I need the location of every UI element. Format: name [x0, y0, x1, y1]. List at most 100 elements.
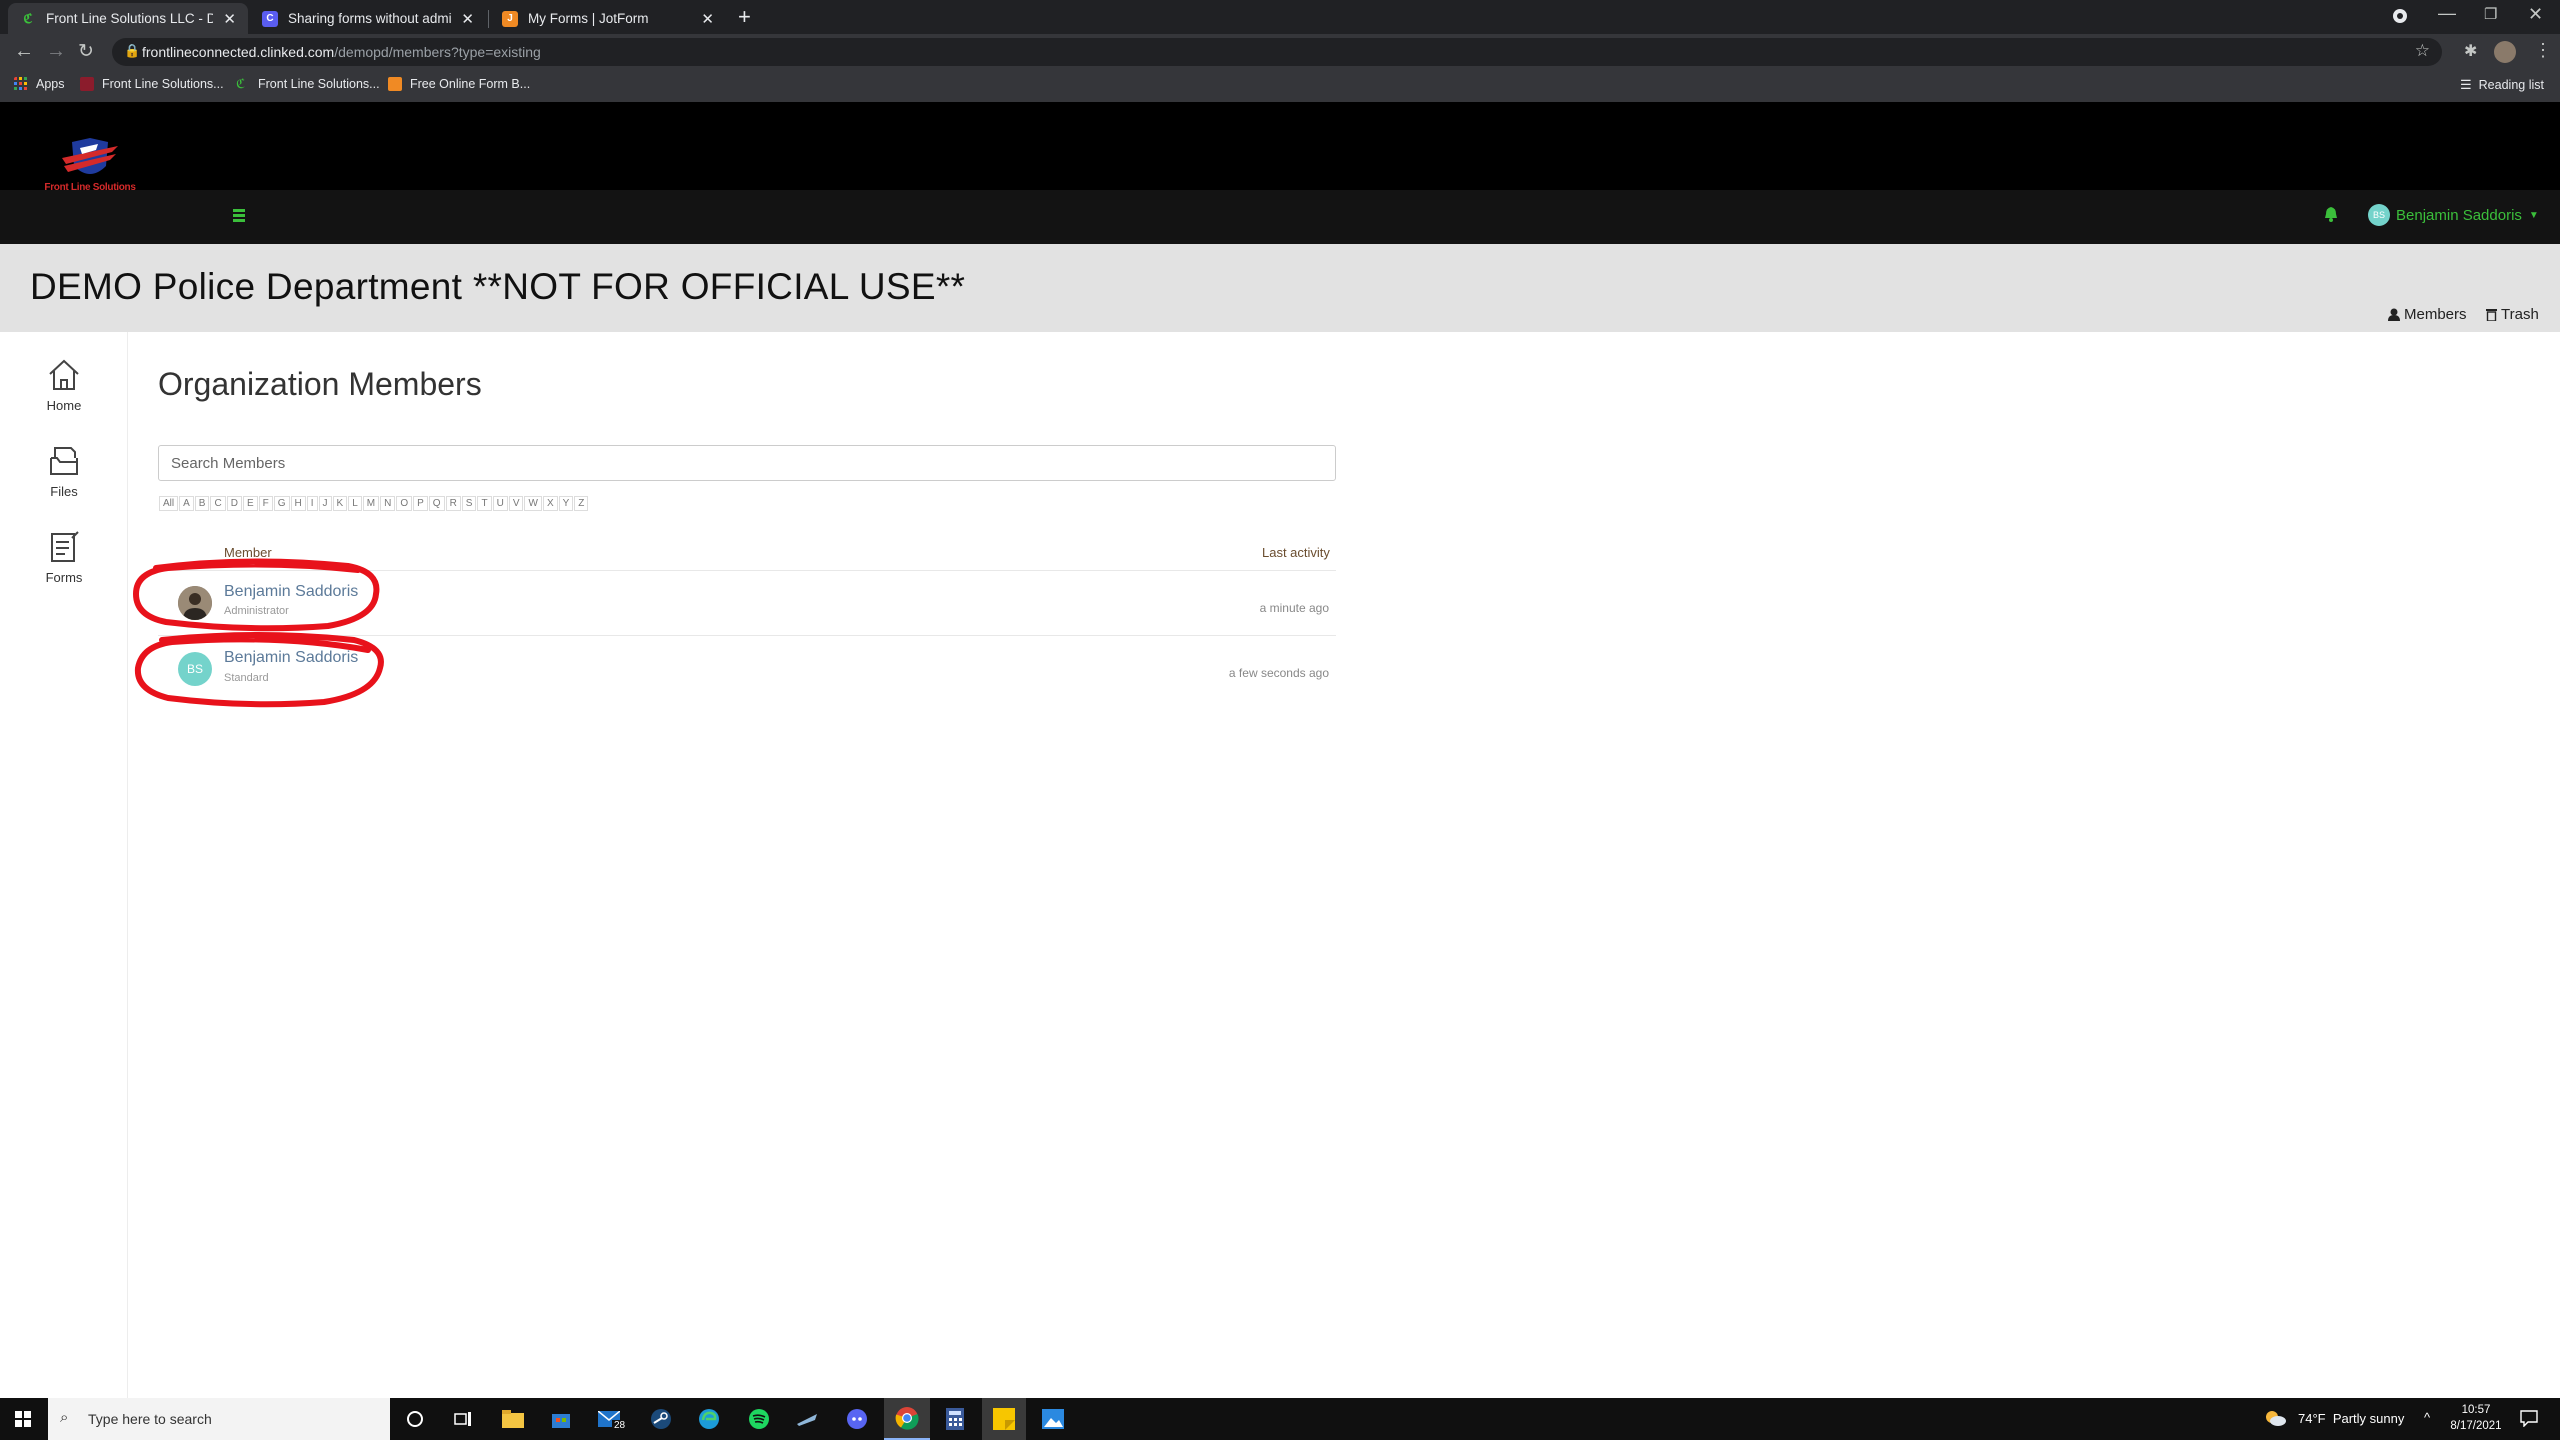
- extensions-icon[interactable]: ✱: [2464, 41, 2477, 61]
- taskbar-search-box[interactable]: ⌕ Type here to search: [48, 1398, 390, 1440]
- letter-filter-j[interactable]: J: [318, 496, 332, 511]
- letter-filter-e[interactable]: E: [242, 496, 258, 511]
- taskbar-search-placeholder: Type here to search: [88, 1411, 212, 1427]
- clock[interactable]: 10:57 8/17/2021: [2446, 1402, 2506, 1434]
- user-menu[interactable]: BS Benjamin Saddoris ▼: [2368, 204, 2539, 226]
- bookmark-jotform[interactable]: Free Online Form B...: [388, 77, 530, 91]
- reading-list-button[interactable]: ☰ Reading list: [2460, 77, 2544, 93]
- tab-separator: [488, 10, 489, 28]
- reload-icon[interactable]: ↻: [78, 40, 94, 63]
- tab-sharing-forms[interactable]: C Sharing forms without admin rig ✕: [250, 3, 486, 34]
- bookmark-label: Front Line Solutions...: [258, 77, 380, 91]
- bookmark-front-line-1[interactable]: Front Line Solutions...: [80, 77, 224, 91]
- letter-filter-all[interactable]: All: [159, 496, 179, 511]
- chrome-taskbar-button[interactable]: [884, 1398, 930, 1440]
- snipping-tool-icon[interactable]: [794, 1406, 820, 1432]
- bookmark-label: Apps: [36, 77, 65, 91]
- lock-icon: 🔒: [124, 43, 141, 58]
- edge-icon[interactable]: [696, 1406, 722, 1432]
- letter-filter-n[interactable]: N: [380, 496, 396, 511]
- calculator-icon[interactable]: [942, 1406, 968, 1432]
- red-annotation-circles: [132, 558, 384, 708]
- close-tab-icon[interactable]: ✕: [461, 10, 474, 28]
- letter-filter-r[interactable]: R: [445, 496, 461, 511]
- windows-start-icon[interactable]: [10, 1406, 36, 1432]
- letter-filter-a[interactable]: A: [179, 496, 194, 511]
- bookmark-front-line-2[interactable]: ℭ Front Line Solutions...: [236, 76, 380, 92]
- photos-icon[interactable]: [1040, 1406, 1066, 1432]
- letter-filter-i[interactable]: I: [306, 496, 318, 511]
- letter-filter-m[interactable]: M: [362, 496, 380, 511]
- bookmarks-bar: Apps Front Line Solutions... ℭ Front Lin…: [0, 70, 2560, 102]
- left-sidebar: Home Files Forms: [0, 332, 128, 1398]
- address-bar[interactable]: 🔒 frontlineconnected.clinked.com/demopd/…: [112, 38, 2442, 66]
- nav-home[interactable]: Home: [0, 358, 128, 413]
- weather-text[interactable]: 74°F Partly sunny: [2298, 1411, 2404, 1426]
- letter-filter-b[interactable]: B: [194, 496, 210, 511]
- letter-filter-f[interactable]: F: [258, 496, 273, 511]
- weather-icon[interactable]: [2264, 1409, 2286, 1432]
- sticky-notes-button[interactable]: [982, 1398, 1026, 1440]
- bookmark-apps[interactable]: Apps: [14, 77, 65, 91]
- tab-front-line[interactable]: ℭ Front Line Solutions LLC - DEMO ✕: [8, 3, 248, 34]
- new-tab-button[interactable]: +: [738, 4, 751, 30]
- back-icon[interactable]: ←: [14, 40, 34, 63]
- letter-filter-l[interactable]: L: [348, 496, 362, 511]
- notification-bell-icon[interactable]: [2324, 206, 2338, 227]
- steam-icon[interactable]: [648, 1406, 674, 1432]
- search-members-input[interactable]: [158, 445, 1336, 481]
- letter-filter-z[interactable]: Z: [574, 496, 589, 511]
- cortana-icon[interactable]: [402, 1406, 428, 1432]
- action-center-icon[interactable]: [2520, 1409, 2538, 1432]
- bookmark-label: Front Line Solutions...: [102, 77, 224, 91]
- trash-button[interactable]: Trash: [2486, 306, 2539, 323]
- clock-time: 10:57: [2461, 1404, 2491, 1416]
- letter-filter-h[interactable]: H: [290, 496, 306, 511]
- close-tab-icon[interactable]: ✕: [701, 10, 714, 28]
- discord-icon[interactable]: [844, 1406, 870, 1432]
- clinked-favicon-icon: ℭ: [236, 76, 246, 91]
- letter-filter-q[interactable]: Q: [428, 496, 445, 511]
- site-nav-bar: BS Benjamin Saddoris ▼: [0, 190, 2560, 244]
- letter-filter-k[interactable]: K: [332, 496, 348, 511]
- nav-forms[interactable]: Forms: [0, 530, 128, 585]
- mail-badge: 28: [612, 1420, 628, 1431]
- letter-filter-o[interactable]: O: [396, 496, 413, 511]
- menu-icon[interactable]: ⋮: [2534, 40, 2552, 61]
- trash-label: Trash: [2501, 306, 2539, 323]
- letter-filter-w[interactable]: W: [524, 496, 542, 511]
- letter-filter-u[interactable]: U: [492, 496, 508, 511]
- letter-filter-g[interactable]: G: [273, 496, 290, 511]
- letter-filter-y[interactable]: Y: [558, 496, 574, 511]
- minimize-icon[interactable]: —: [2438, 3, 2456, 24]
- letter-filter-x[interactable]: X: [542, 496, 558, 511]
- show-hidden-icons-icon[interactable]: ^: [2424, 1410, 2430, 1425]
- hamburger-menu-icon[interactable]: [233, 209, 245, 223]
- restore-icon[interactable]: ❐: [2484, 5, 2497, 23]
- user-avatar: BS: [2368, 204, 2390, 226]
- letter-filter-d[interactable]: D: [226, 496, 242, 511]
- nav-files[interactable]: Files: [0, 444, 128, 499]
- members-button[interactable]: Members: [2388, 306, 2467, 323]
- page-title: Organization Members: [158, 366, 482, 402]
- profile-indicator-icon[interactable]: [2392, 8, 2408, 29]
- letter-filter-p[interactable]: P: [413, 496, 428, 511]
- user-icon: [2388, 308, 2400, 321]
- spotify-icon[interactable]: [746, 1406, 772, 1432]
- letter-filter-v[interactable]: V: [508, 496, 524, 511]
- store-icon[interactable]: [548, 1406, 574, 1432]
- file-explorer-icon[interactable]: [500, 1406, 526, 1432]
- letter-filter-s[interactable]: S: [461, 496, 477, 511]
- mail-icon[interactable]: 28: [596, 1406, 628, 1432]
- forward-icon[interactable]: →: [46, 40, 66, 63]
- close-window-icon[interactable]: ✕: [2528, 4, 2543, 25]
- search-icon: ⌕: [60, 1409, 69, 1426]
- letter-filter-t[interactable]: T: [477, 496, 492, 511]
- task-view-icon[interactable]: [450, 1406, 476, 1432]
- letter-filter-c[interactable]: C: [210, 496, 226, 511]
- bookmark-star-icon[interactable]: ☆: [2415, 41, 2430, 61]
- close-tab-icon[interactable]: ✕: [223, 10, 236, 28]
- column-header-last-activity[interactable]: Last activity: [1262, 545, 1330, 560]
- profile-avatar[interactable]: [2494, 41, 2516, 63]
- tab-jotform[interactable]: J My Forms | JotForm ✕: [490, 3, 726, 34]
